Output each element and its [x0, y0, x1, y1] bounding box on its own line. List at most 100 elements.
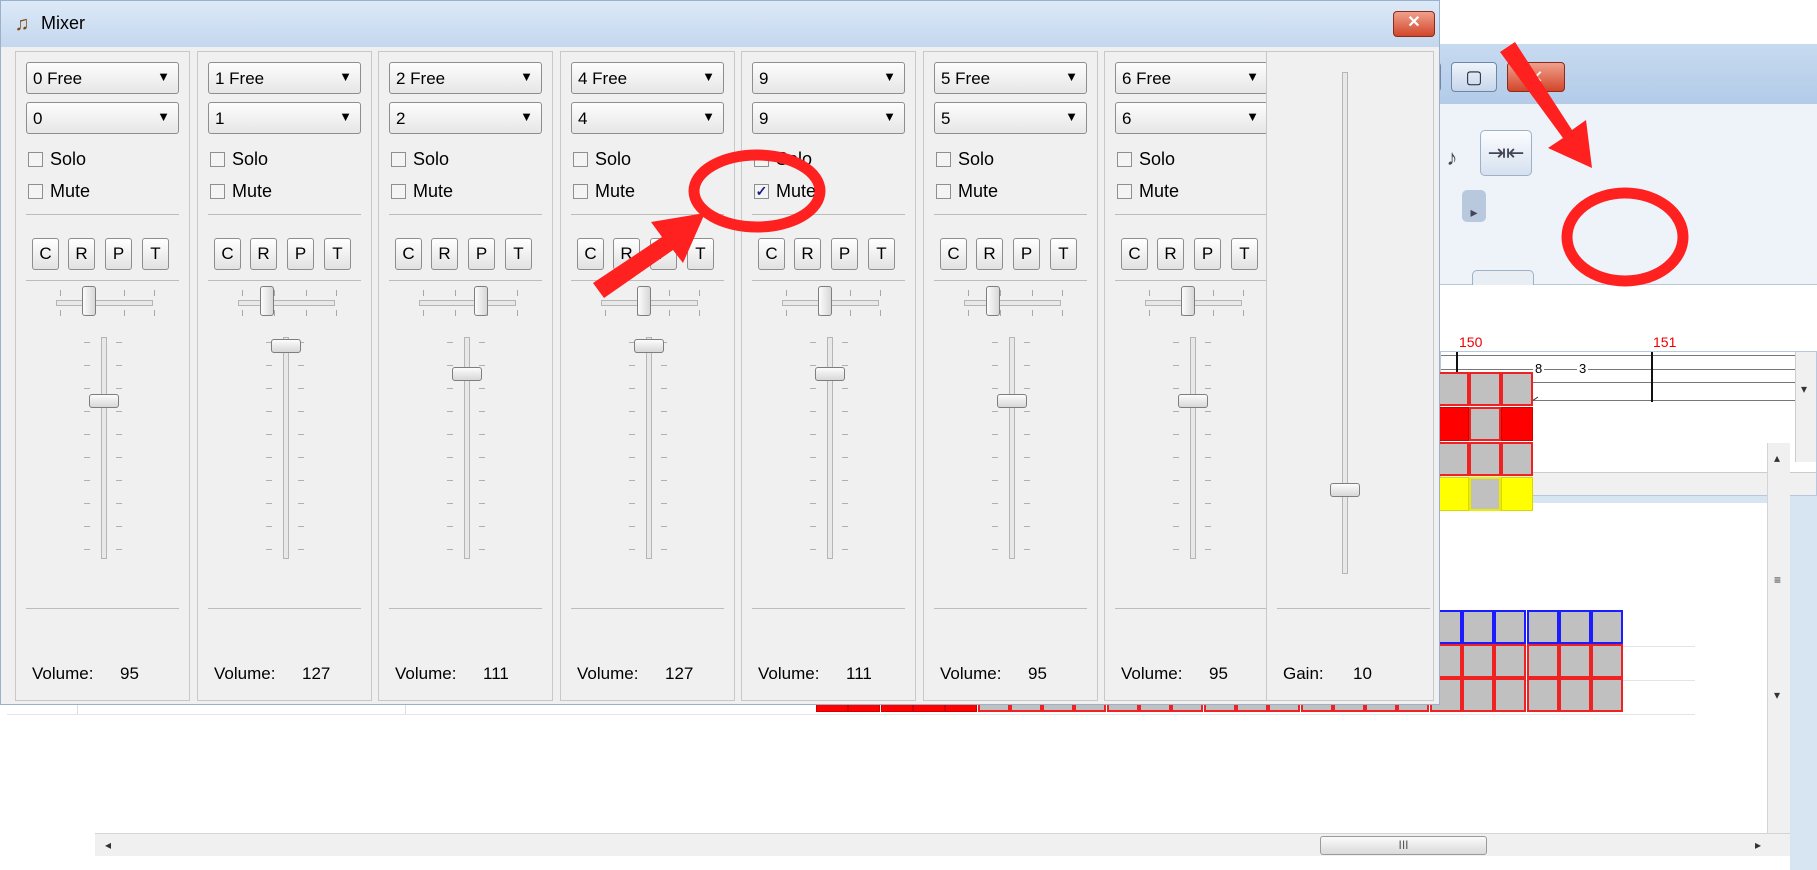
volume-slider-thumb[interactable]	[89, 394, 119, 409]
volume-slider-thumb[interactable]	[452, 366, 482, 381]
channel-select[interactable]: 6 Free ▼	[1115, 62, 1268, 94]
scroll-right-icon[interactable]: ▸	[1755, 838, 1761, 852]
channel-p-button[interactable]: P	[468, 238, 495, 270]
channel-t-button[interactable]: T	[505, 238, 532, 270]
pan-slider-thumb[interactable]	[985, 286, 1000, 316]
channel-c-button[interactable]: C	[32, 238, 59, 270]
program-select[interactable]: 0 ▼	[26, 102, 179, 134]
pattern-cell[interactable]	[1526, 610, 1559, 644]
channel-t-button[interactable]: T	[324, 238, 351, 270]
program-select[interactable]: 2 ▼	[389, 102, 542, 134]
pan-slider-track[interactable]	[419, 300, 516, 306]
channel-r-button[interactable]: R	[250, 238, 277, 270]
pattern-cell[interactable]	[1462, 644, 1494, 678]
checkbox-box[interactable]	[210, 184, 225, 199]
channel-c-button[interactable]: C	[940, 238, 967, 270]
checkbox-box[interactable]	[28, 152, 43, 167]
pattern-cell[interactable]	[1558, 610, 1591, 644]
volume-slider-track[interactable]	[646, 337, 652, 559]
checkbox-box[interactable]	[936, 184, 951, 199]
channel-p-button[interactable]: P	[1194, 238, 1221, 270]
mixer-title-bar[interactable]: ♫ Mixer ✕	[1, 1, 1439, 47]
tracks-horizontal-scrollbar[interactable]: ◂ III ▸	[95, 833, 1790, 856]
pan-slider-thumb[interactable]	[82, 286, 97, 316]
pattern-cell[interactable]	[1469, 372, 1502, 406]
pattern-cell[interactable]	[1494, 644, 1527, 678]
pan-slider-thumb[interactable]	[1180, 286, 1195, 316]
pan-slider-thumb[interactable]	[473, 286, 488, 316]
pattern-cell[interactable]	[1469, 407, 1502, 441]
volume-slider-track[interactable]	[283, 337, 289, 559]
checkbox-box[interactable]	[1117, 184, 1132, 199]
channel-p-button[interactable]: P	[105, 238, 132, 270]
channel-p-button[interactable]: P	[287, 238, 314, 270]
channel-select[interactable]: 5 Free ▼	[934, 62, 1087, 94]
channel-c-button[interactable]: C	[214, 238, 241, 270]
channel-r-button[interactable]: R	[431, 238, 458, 270]
channel-t-button[interactable]: T	[142, 238, 169, 270]
channel-c-button[interactable]: C	[758, 238, 785, 270]
solo-checkbox[interactable]: Solo	[28, 149, 158, 171]
volume-slider-thumb[interactable]	[997, 394, 1027, 409]
channel-p-button[interactable]: P	[650, 238, 677, 270]
pattern-cell[interactable]	[1436, 477, 1469, 511]
mute-checkbox[interactable]: Mute	[28, 181, 158, 203]
checkbox-box[interactable]	[391, 152, 406, 167]
toolbar-overflow-icon[interactable]: ▸	[1462, 190, 1486, 222]
checkbox-box[interactable]	[573, 152, 588, 167]
volume-slider-thumb[interactable]	[271, 339, 301, 353]
volume-slider-track[interactable]	[101, 337, 107, 559]
pattern-cell[interactable]	[1501, 372, 1534, 406]
channel-t-button[interactable]: T	[687, 238, 714, 270]
mute-checkbox[interactable]: Mute	[573, 181, 703, 203]
channel-t-button[interactable]: T	[1050, 238, 1077, 270]
volume-slider-track[interactable]	[1009, 337, 1015, 559]
pan-slider-track[interactable]	[238, 300, 335, 306]
scroll-grip-icon[interactable]: ≡	[1774, 573, 1781, 587]
checkbox-box[interactable]	[1117, 152, 1132, 167]
checkbox-box[interactable]	[210, 152, 225, 167]
channel-c-button[interactable]: C	[577, 238, 604, 270]
pan-slider-track[interactable]	[964, 300, 1061, 306]
scroll-down-icon[interactable]: ▾	[1774, 688, 1780, 702]
channel-select[interactable]: 1 Free ▼	[208, 62, 361, 94]
channel-select[interactable]: 0 Free ▼	[26, 62, 179, 94]
checkbox-box[interactable]	[391, 184, 406, 199]
pan-slider-track[interactable]	[56, 300, 153, 306]
mixer-close-button[interactable]: ✕	[1393, 11, 1435, 37]
solo-checkbox[interactable]: Solo	[210, 149, 340, 171]
mute-checkbox[interactable]: ✓ Mute	[754, 181, 884, 203]
channel-p-button[interactable]: P	[831, 238, 858, 270]
pattern-cell[interactable]	[1469, 442, 1502, 476]
pattern-cell[interactable]	[1591, 678, 1624, 712]
pattern-cell[interactable]	[1591, 644, 1624, 678]
program-select[interactable]: 1 ▼	[208, 102, 361, 134]
checkbox-box[interactable]	[28, 184, 43, 199]
pattern-cell[interactable]	[1526, 678, 1559, 712]
main-close-button[interactable]: ✕	[1507, 62, 1565, 92]
pattern-cell[interactable]	[1462, 610, 1494, 644]
pattern-cell[interactable]	[1494, 610, 1527, 644]
volume-slider-thumb[interactable]	[634, 339, 664, 353]
pattern-cell[interactable]	[1462, 678, 1494, 712]
solo-checkbox[interactable]: Solo	[573, 149, 703, 171]
checkbox-box[interactable]: ✓	[754, 184, 769, 199]
pattern-cell[interactable]	[1494, 678, 1527, 712]
channel-r-button[interactable]: R	[794, 238, 821, 270]
channel-t-button[interactable]: T	[868, 238, 895, 270]
pattern-cell[interactable]	[1469, 477, 1502, 511]
checkbox-box[interactable]	[936, 152, 951, 167]
pattern-cell[interactable]	[1591, 610, 1624, 644]
channel-p-button[interactable]: P	[1013, 238, 1040, 270]
scrollbar-thumb[interactable]: III	[1320, 836, 1487, 855]
checkbox-box[interactable]	[754, 152, 769, 167]
pattern-cell[interactable]	[1501, 477, 1534, 511]
maximize-button[interactable]: ▢	[1451, 62, 1497, 92]
channel-c-button[interactable]: C	[395, 238, 422, 270]
program-select[interactable]: 5 ▼	[934, 102, 1087, 134]
mute-checkbox[interactable]: Mute	[391, 181, 521, 203]
pattern-cell[interactable]	[1558, 644, 1591, 678]
solo-checkbox[interactable]: Solo	[391, 149, 521, 171]
program-select[interactable]: 4 ▼	[571, 102, 724, 134]
channel-select[interactable]: 4 Free ▼	[571, 62, 724, 94]
